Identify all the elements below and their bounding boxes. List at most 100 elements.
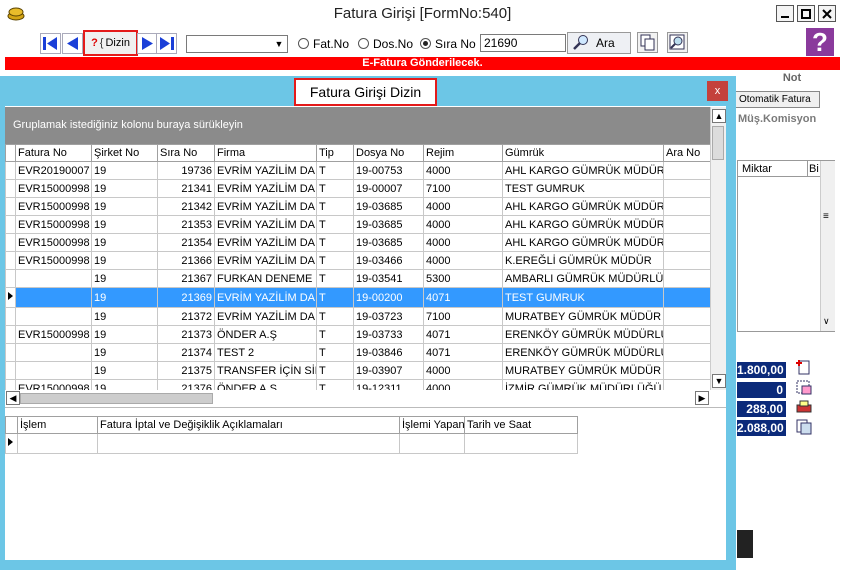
table-cell[interactable]: EVR15000998 <box>15 233 92 252</box>
table-row[interactable]: EVR15000998 19 21354 EVRİM YAZİLİM DA T 19-03… <box>5 233 710 252</box>
copy-icon[interactable] <box>637 32 658 53</box>
column-header[interactable]: Rejim <box>423 144 503 162</box>
table-cell[interactable]: 4071 <box>423 287 503 308</box>
column-header[interactable]: Dosya No <box>353 144 424 162</box>
table-cell[interactable] <box>663 269 710 288</box>
table-cell[interactable]: T <box>316 215 354 234</box>
table-cell[interactable]: EVRİM YAZİLİM DA <box>214 287 317 308</box>
table-cell[interactable]: 19 <box>91 197 158 216</box>
zoom-icon[interactable] <box>667 32 688 53</box>
table-cell[interactable]: EVRİM YAZİLİM DA <box>214 197 317 216</box>
table-cell[interactable]: AHL KARGO GÜMRÜK MÜDÜR <box>502 197 664 216</box>
miktar-scrollbar[interactable]: ≡ ∨ <box>820 161 835 331</box>
table-cell[interactable]: 19-03685 <box>353 233 424 252</box>
table-cell[interactable]: 19-00753 <box>353 161 424 180</box>
table-cell[interactable]: 19-03846 <box>353 343 424 362</box>
table-cell[interactable]: 21373 <box>157 325 215 344</box>
last-record-icon[interactable] <box>156 33 177 54</box>
table-cell[interactable]: 19 <box>91 269 158 288</box>
dialog-close-icon[interactable]: x <box>707 81 728 101</box>
column-header[interactable]: Gümrük <box>502 144 664 162</box>
table-cell[interactable]: 19-03723 <box>353 307 424 326</box>
table-cell[interactable]: EVR15000998 <box>15 179 92 198</box>
log-new-row[interactable] <box>5 433 578 454</box>
table-cell[interactable]: 19 <box>91 307 158 326</box>
dizin-button[interactable]: ?{Dizin <box>83 30 138 56</box>
column-header[interactable]: Fatura No <box>15 144 92 162</box>
table-cell[interactable]: T <box>316 287 354 308</box>
table-cell[interactable]: 4000 <box>423 215 503 234</box>
radio-fat-no[interactable] <box>298 38 309 49</box>
table-cell[interactable]: ERENKÖY GÜMRÜK MÜDÜRLÜ <box>502 343 664 362</box>
table-cell[interactable]: 21369 <box>157 287 215 308</box>
table-cell[interactable] <box>663 307 710 326</box>
vertical-scroll-thumb[interactable] <box>712 126 724 160</box>
table-row[interactable]: EVR15000998 19 21341 EVRİM YAZİLİM DA T 19-00… <box>5 179 710 198</box>
table-cell[interactable]: 19 <box>91 361 158 380</box>
table-cell[interactable] <box>663 325 710 344</box>
table-cell[interactable]: T <box>316 269 354 288</box>
table-cell[interactable]: T <box>316 251 354 270</box>
log-column-header[interactable]: İşlem <box>17 416 98 434</box>
log-column-header[interactable]: Tarih ve Saat <box>464 416 578 434</box>
table-cell[interactable]: 4000 <box>423 361 503 380</box>
table-cell[interactable]: MURATBEY GÜMRÜK MÜDÜR <box>502 307 664 326</box>
log-cell[interactable] <box>97 433 400 454</box>
column-header[interactable]: Ara No <box>663 144 710 162</box>
table-cell[interactable]: EVRİM YAZİLİM DA <box>214 233 317 252</box>
column-header[interactable]: Tip <box>316 144 354 162</box>
table-cell[interactable]: 19-03907 <box>353 361 424 380</box>
table-cell[interactable]: T <box>316 161 354 180</box>
table-cell[interactable]: AMBARLI GÜMRÜK MÜDÜRLÜ <box>502 269 664 288</box>
table-cell[interactable] <box>663 233 710 252</box>
scroll-up-icon[interactable]: ▲ <box>712 109 726 123</box>
musavir-komisyon-button[interactable]: Müş.Komisyon <box>732 111 820 128</box>
scroll-left-icon[interactable]: ◀ <box>6 391 20 405</box>
table-cell[interactable]: 19736 <box>157 161 215 180</box>
scroll-right-icon[interactable]: ▶ <box>695 391 709 405</box>
table-cell[interactable]: 19 <box>91 287 158 308</box>
column-header[interactable]: Sıra No <box>157 144 215 162</box>
otomatik-fatura-button[interactable]: Otomatik Fatura <box>732 91 820 108</box>
table-row[interactable]: EVR15000998 19 21353 EVRİM YAZİLİM DA T 19-03… <box>5 215 710 234</box>
table-cell[interactable]: 7100 <box>423 307 503 326</box>
table-cell[interactable]: 4071 <box>423 343 503 362</box>
table-cell[interactable]: 4000 <box>423 161 503 180</box>
table-cell[interactable]: TEST GUMRUK <box>502 287 664 308</box>
maximize-button[interactable] <box>797 5 815 22</box>
table-row[interactable]: EVR15000998 19 21342 EVRİM YAZİLİM DA T 19-03… <box>5 197 710 216</box>
table-cell[interactable]: T <box>316 361 354 380</box>
table-cell[interactable]: 21376 <box>157 379 215 390</box>
table-cell[interactable]: 4000 <box>423 251 503 270</box>
table-cell[interactable] <box>663 343 710 362</box>
log-column-header[interactable]: İşlemi Yapan <box>399 416 465 434</box>
table-cell[interactable] <box>15 269 92 288</box>
table-cell[interactable]: 19-00007 <box>353 179 424 198</box>
log-cell[interactable] <box>399 433 465 454</box>
table-cell[interactable]: 4071 <box>423 325 503 344</box>
table-cell[interactable]: T <box>316 343 354 362</box>
table-cell[interactable]: FURKAN DENEME <box>214 269 317 288</box>
table-cell[interactable]: 21342 <box>157 197 215 216</box>
table-cell[interactable]: 19-03466 <box>353 251 424 270</box>
table-row[interactable]: EVR15000998 19 21366 EVRİM YAZİLİM DA T 19-03… <box>5 251 710 270</box>
table-cell[interactable]: 19 <box>91 161 158 180</box>
table-cell[interactable]: EVR15000998 <box>15 325 92 344</box>
table-cell[interactable]: 19-03685 <box>353 197 424 216</box>
table-cell[interactable]: 21353 <box>157 215 215 234</box>
table-row[interactable]: 19 21369 EVRİM YAZİLİM DA T 19-00200 4071 TEST… <box>5 287 710 308</box>
table-cell[interactable]: EVR15000998 <box>15 251 92 270</box>
table-cell[interactable]: TEST GUMRUK <box>502 179 664 198</box>
table-cell[interactable]: 7100 <box>423 179 503 198</box>
table-cell[interactable]: 21372 <box>157 307 215 326</box>
table-cell[interactable]: TEST 2 <box>214 343 317 362</box>
table-cell[interactable]: 19-03541 <box>353 269 424 288</box>
table-cell[interactable]: 21366 <box>157 251 215 270</box>
table-cell[interactable] <box>15 287 92 308</box>
table-cell[interactable] <box>663 179 710 198</box>
table-cell[interactable]: EVRİM YAZİLİM DA <box>214 179 317 198</box>
table-cell[interactable]: 19 <box>91 215 158 234</box>
radio-sira-no[interactable] <box>420 38 431 49</box>
table-cell[interactable]: 4000 <box>423 379 503 390</box>
table-cell[interactable]: T <box>316 379 354 390</box>
